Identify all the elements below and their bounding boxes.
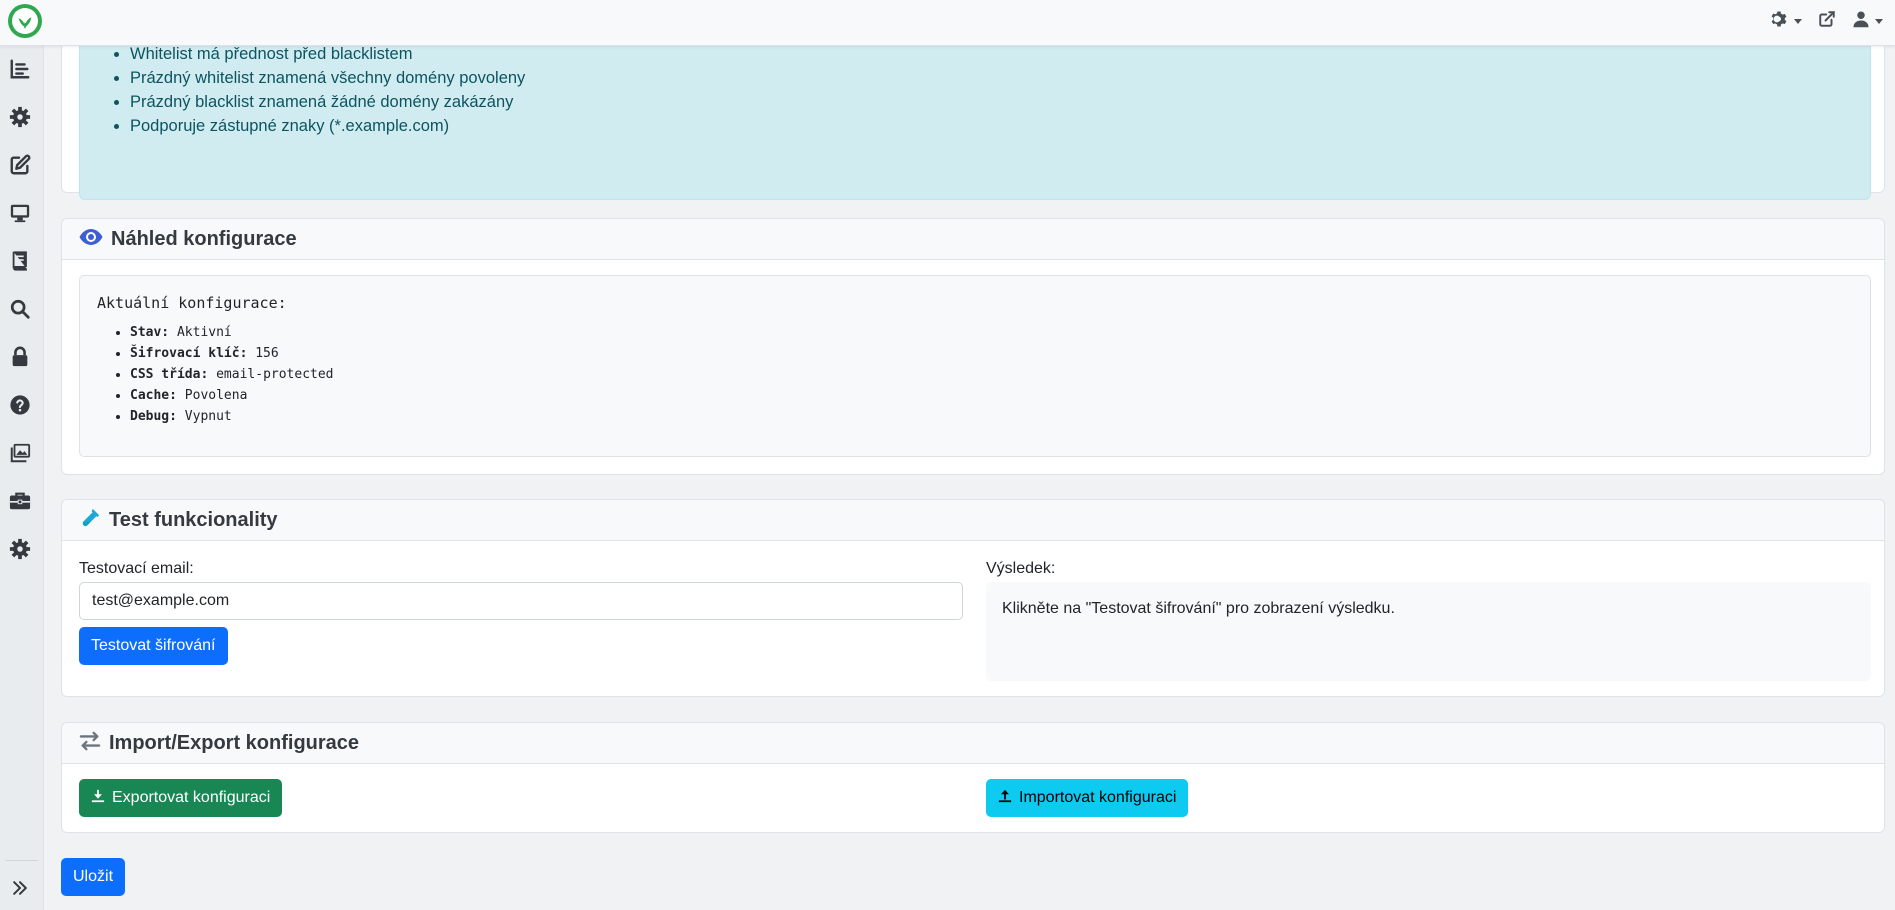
leaf-icon <box>12 8 38 34</box>
list-item: Prázdný whitelist znamená všechny domény… <box>130 66 525 90</box>
gear-icon[interactable] <box>8 105 32 129</box>
user-icon <box>1852 10 1870 33</box>
question-icon[interactable] <box>8 393 32 417</box>
toolbox-icon[interactable] <box>8 489 32 513</box>
config-key: CSS třída: <box>130 367 209 382</box>
download-icon <box>91 789 105 808</box>
gear-icon <box>1769 9 1789 34</box>
desktop-icon[interactable] <box>8 201 32 225</box>
config-value: email-protected <box>216 367 334 382</box>
sidebar <box>0 46 44 910</box>
email-label: Testovací email: <box>79 560 194 577</box>
card-header: Test funkcionality <box>62 500 1884 541</box>
list-item: Podporuje zástupné znaky (*.example.com) <box>130 114 525 138</box>
config-value: Povolena <box>184 388 248 403</box>
test-card: Test funkcionality Testovací email: Test… <box>61 499 1885 697</box>
card-title: Náhled konfigurace <box>111 227 297 250</box>
config-list: Stav: Aktivní Šifrovací klíč: 156 CSS tř… <box>130 322 334 427</box>
import-export-card: Import/Export konfigurace Exportovat kon… <box>61 722 1885 833</box>
list-item: Stav: Aktivní <box>130 322 334 343</box>
upload-icon <box>998 789 1012 808</box>
import-config-button[interactable]: Importovat konfiguraci <box>986 779 1189 817</box>
config-preview-box: Aktuální konfigurace: Stav: Aktivní Šifr… <box>79 275 1871 457</box>
external-link-icon <box>1818 10 1836 33</box>
test-encryption-button[interactable]: Testovat šifrování <box>79 627 228 665</box>
test-email-input[interactable] <box>79 582 963 620</box>
app-logo[interactable] <box>8 4 42 38</box>
images-icon[interactable] <box>8 441 32 465</box>
card-title: Test funkcionality <box>109 508 278 531</box>
info-alert: Whitelist má přednost před blacklistem P… <box>79 36 1871 200</box>
expand-icon[interactable] <box>8 876 32 900</box>
card-header: Import/Export konfigurace <box>62 723 1884 764</box>
list-item: Prázdný blacklist znamená žádné domény z… <box>130 90 525 114</box>
arrows-exchange-icon <box>79 731 101 756</box>
top-navbar <box>0 0 1895 46</box>
config-key: Debug: <box>130 409 177 424</box>
info-list: Whitelist má přednost před blacklistem P… <box>130 42 525 138</box>
sidebar-divider <box>6 860 38 861</box>
config-key: Stav: <box>130 325 170 340</box>
lock-icon[interactable] <box>8 345 32 369</box>
config-preview-card: Náhled konfigurace Aktuální konfigurace:… <box>61 218 1885 475</box>
settings-dropdown[interactable] <box>1769 9 1802 34</box>
flask-icon <box>79 507 101 534</box>
config-key: Cache: <box>130 388 177 403</box>
eye-icon <box>79 228 103 251</box>
chevron-down-icon <box>1875 19 1883 24</box>
export-config-button[interactable]: Exportovat konfiguraci <box>79 779 283 817</box>
domain-rules-card: Whitelist má přednost před blacklistem P… <box>61 36 1885 200</box>
config-value: Vypnut <box>184 409 232 424</box>
list-item: Cache: Povolena <box>130 385 334 406</box>
config-value: 156 <box>255 346 279 361</box>
import-config-label: Importovat konfiguraci <box>1019 789 1177 806</box>
list-item: Debug: Vypnut <box>130 406 334 427</box>
save-button[interactable]: Uložit <box>61 858 126 896</box>
user-dropdown[interactable] <box>1852 10 1883 33</box>
chevron-down-icon <box>1794 19 1802 24</box>
list-icon[interactable] <box>8 57 32 81</box>
cog-icon[interactable] <box>8 537 32 561</box>
config-key: Šifrovací klíč: <box>130 346 248 361</box>
edit-icon[interactable] <box>8 153 32 177</box>
list-item: CSS třída: email-protected <box>130 364 334 385</box>
book-icon[interactable] <box>8 249 32 273</box>
search-icon[interactable] <box>8 297 32 321</box>
external-link-button[interactable] <box>1818 10 1836 33</box>
list-item: Šifrovací klíč: 156 <box>130 343 334 364</box>
preview-heading: Aktuální konfigurace: <box>97 294 287 312</box>
result-box: Klikněte na "Testovat šifrování" pro zob… <box>986 582 1871 681</box>
top-right-menu <box>1769 9 1883 34</box>
result-label: Výsledek: <box>986 560 1056 577</box>
config-value: Aktivní <box>176 325 232 340</box>
card-header: Náhled konfigurace <box>62 219 1884 260</box>
card-title: Import/Export konfigurace <box>109 731 360 754</box>
export-config-label: Exportovat konfiguraci <box>112 789 271 806</box>
